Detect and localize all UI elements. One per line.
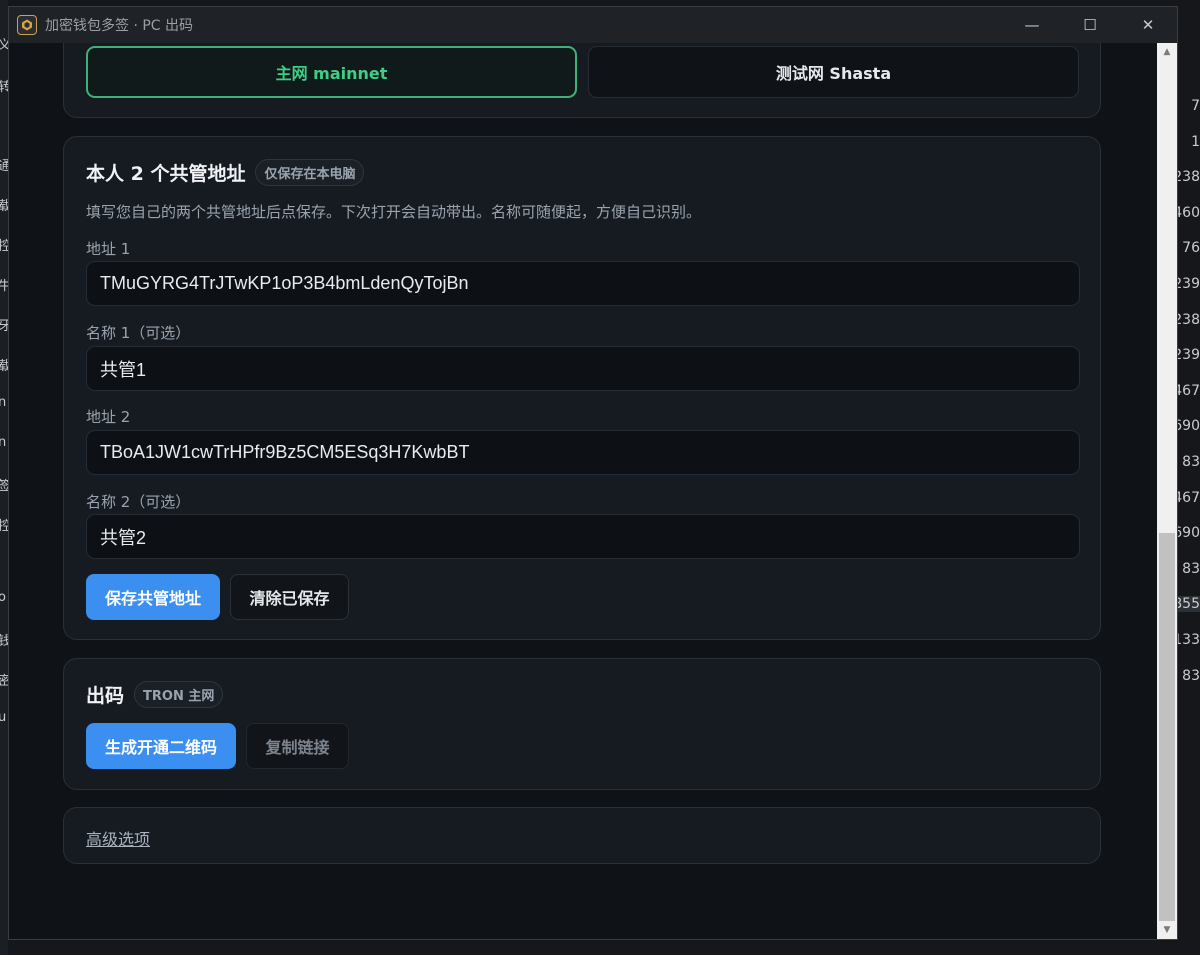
main-content[interactable]: 主网 mainnet 测试网 Shasta 本人 2 个共管地址 仅保存在本电脑… <box>9 43 1157 939</box>
advanced-card: 高级选项 <box>63 807 1101 864</box>
cosign-section-title: 本人 2 个共管地址 仅保存在本电脑 <box>86 159 365 186</box>
name1-input[interactable]: 共管1 <box>86 346 1080 391</box>
close-icon: ✕ <box>1141 16 1155 34</box>
app-logo-icon <box>17 15 37 35</box>
cosign-card: 本人 2 个共管地址 仅保存在本电脑 填写您自己的两个共管地址后点保存。下次打开… <box>63 136 1101 640</box>
address1-input[interactable]: TMuGYRG4TrJTwKP1oP3B4bmLdenQyTojBn <box>86 261 1080 306</box>
title-bar: 加密钱包多签 · PC 出码 — ☐ ✕ <box>9 7 1177 43</box>
background-left-glyph: n <box>0 395 7 410</box>
generate-qr-button[interactable]: 生成开通二维码 <box>86 723 236 769</box>
scroll-thumb[interactable] <box>1159 533 1175 921</box>
name2-label: 名称 2（可选） <box>86 493 191 511</box>
advanced-options-link[interactable]: 高级选项 <box>86 826 150 850</box>
local-save-badge: 仅保存在本电脑 <box>255 159 365 186</box>
testnet-button[interactable]: 测试网 Shasta <box>588 46 1079 98</box>
maximize-button[interactable]: ☐ <box>1061 7 1119 43</box>
vertical-scrollbar[interactable]: ▲ ▼ <box>1157 43 1177 939</box>
address1-label: 地址 1 <box>86 240 131 258</box>
output-section-title: 出码 TRON 主网 <box>86 681 224 708</box>
cosign-title-text: 本人 2 个共管地址 <box>86 163 246 185</box>
address2-input[interactable]: TBoA1JW1cwTrHPfr9Bz5CM5ESq3H7KwbBT <box>86 430 1080 475</box>
minimize-icon: — <box>1024 16 1040 34</box>
network-card: 主网 mainnet 测试网 Shasta <box>63 43 1101 118</box>
background-left-glyph: u <box>0 710 7 725</box>
scroll-down-arrow-icon[interactable]: ▼ <box>1157 921 1177 939</box>
name1-label: 名称 1（可选） <box>86 324 191 342</box>
background-left-sidebar: 义转通载控牛牙载nn签控o钱密u <box>0 0 11 955</box>
maximize-icon: ☐ <box>1083 16 1097 34</box>
output-card: 出码 TRON 主网 生成开通二维码 复制链接 <box>63 658 1101 790</box>
cosign-description: 填写您自己的两个共管地址后点保存。下次打开会自动带出。名称可随便起，方便自己识别… <box>86 203 702 221</box>
output-title-text: 出码 <box>86 685 125 707</box>
address2-label: 地址 2 <box>86 408 131 426</box>
name2-input[interactable]: 共管2 <box>86 514 1080 559</box>
save-cosign-button[interactable]: 保存共管地址 <box>86 574 220 620</box>
background-left-glyph: o <box>0 590 6 605</box>
mainnet-button[interactable]: 主网 mainnet <box>86 46 577 98</box>
background-left-glyph: n <box>0 435 7 450</box>
copy-link-button[interactable]: 复制链接 <box>246 723 349 769</box>
close-button[interactable]: ✕ <box>1119 7 1177 43</box>
minimize-button[interactable]: — <box>1003 7 1061 43</box>
app-window: 加密钱包多签 · PC 出码 — ☐ ✕ 主网 mainnet 测试网 Shas… <box>8 6 1178 940</box>
network-badge: TRON 主网 <box>134 681 224 708</box>
window-title: 加密钱包多签 · PC 出码 <box>45 18 194 34</box>
clear-saved-button[interactable]: 清除已保存 <box>230 574 349 620</box>
scroll-up-arrow-icon[interactable]: ▲ <box>1157 43 1177 61</box>
background-right-column: 7 1 238 460 76 239 238 239 467 690 83 467 690 83 855 13… <box>1160 40 1200 955</box>
